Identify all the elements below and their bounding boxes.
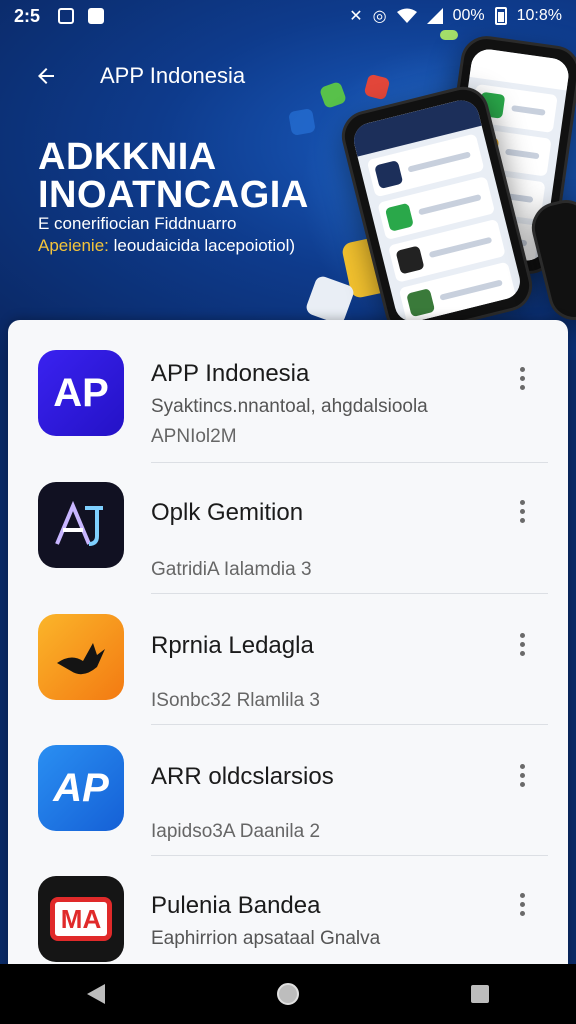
hero-subtitle-rest: leoudaicida lacepoiotiol) [108, 236, 296, 255]
square-recents-icon [471, 985, 489, 1003]
signal-icon [426, 8, 443, 24]
hero-title-line2: INOATNCAGIA [38, 174, 309, 216]
app-meta: GatridiA Ialamdia 3 [151, 559, 312, 580]
more-dot [519, 384, 525, 390]
list-item[interactable]: AP APP Indonesia Syaktincs.nnantoal, ahg… [8, 320, 568, 463]
app-name: Rprnia Ledagla [151, 632, 314, 659]
more-dot [519, 632, 525, 638]
more-dot [519, 375, 525, 381]
more-dot [519, 650, 525, 656]
app-name: ARR oldcslarsios [151, 763, 334, 790]
row-divider [151, 462, 548, 463]
status-time: 2:5 [14, 5, 41, 26]
status-right: ✕ ◎ 00% 10:8% [349, 6, 562, 26]
aj-logo-icon [55, 500, 103, 546]
top-app-bar: APP Indonesia [0, 48, 576, 104]
more-options-button[interactable] [510, 362, 534, 394]
app-icon-ap-blue[interactable]: AP [38, 745, 124, 831]
ma-badge: MA [50, 897, 112, 941]
hero-title-line1: ADKKNIA [38, 136, 217, 178]
list-item[interactable]: Oplk Gemition GatridiA Ialamdia 3 [8, 465, 568, 597]
battery-percent: 00% [452, 7, 485, 24]
list-item[interactable]: Rprnia Ledagla ISonbc32 Rlamlila 3 [8, 596, 568, 728]
app-name: Pulenia Bandea [151, 892, 321, 919]
app-list-sheet: AP APP Indonesia Syaktincs.nnantoal, ahg… [8, 320, 568, 980]
more-dot [519, 772, 525, 778]
hero-banner: 2:5 ✕ ◎ 00% 10:8% APP Indonesia ADKKNIA … [0, 0, 576, 360]
hero-subtitle-accent: Apeienie: [38, 236, 109, 255]
back-button[interactable] [22, 52, 70, 100]
app-description: Syaktincs.nnantoal, ahgdalsioola [151, 396, 428, 417]
app-icon-aj[interactable] [38, 482, 124, 568]
fox-logo-icon [57, 643, 105, 675]
app-meta: APNIol2M [151, 426, 237, 447]
app-icon-text: MA [60, 903, 102, 934]
app-icon-ap[interactable]: AP [38, 350, 124, 436]
list-item[interactable]: AP ARR oldcslarsios Iapidso3A Daanila 2 [8, 727, 568, 859]
app-description: Eaphirrion apsataal Gnalva [151, 928, 381, 949]
triangle-back-icon [87, 984, 105, 1004]
more-dot [519, 366, 525, 372]
status-clock: 10:8% [516, 7, 562, 24]
app-meta: Iapidso3A Daanila 2 [151, 821, 321, 842]
row-divider [151, 593, 548, 594]
more-dot [519, 641, 525, 647]
wifi-icon [396, 8, 417, 23]
hero-title: ADKKNIA INOATNCAGIA [38, 138, 309, 214]
more-dot [519, 508, 525, 514]
notification-icon [58, 8, 75, 24]
more-options-button[interactable] [510, 888, 534, 920]
nav-home-button[interactable] [258, 964, 318, 1024]
row-divider [151, 855, 548, 856]
more-dot [519, 892, 525, 898]
status-bar: 2:5 ✕ ◎ 00% 10:8% [0, 0, 576, 32]
decor-tile-blue [288, 108, 316, 136]
more-dot [519, 763, 525, 769]
more-dot [519, 910, 525, 916]
more-dot [519, 781, 525, 787]
more-options-button[interactable] [510, 759, 534, 791]
more-dot [519, 499, 525, 505]
nav-recents-button[interactable] [450, 964, 510, 1024]
system-nav-bar [0, 964, 576, 1024]
hero-subtitle-2: Apeienie: leoudaicida lacepoiotiol) [38, 236, 295, 256]
app-meta: ISonbc32 Rlamlila 3 [151, 690, 320, 711]
app-icon-ma[interactable]: MA [38, 876, 124, 962]
battery-icon [494, 7, 507, 25]
page-title: APP Indonesia [100, 63, 246, 88]
hero-subtitle-1: E conerifiocian Fiddnuarro [38, 214, 237, 233]
more-options-button[interactable] [510, 628, 534, 660]
nfc-icon: ✕ [349, 8, 363, 25]
more-dot [519, 901, 525, 907]
list-item[interactable]: MA Pulenia Bandea Eaphirrion apsataal Gn… [8, 858, 568, 980]
app-icon-fox[interactable] [38, 614, 124, 700]
more-dot [519, 517, 525, 523]
alarm-icon: ◎ [372, 8, 387, 25]
arrow-back-icon [38, 68, 54, 84]
app-icon-text: AP [53, 370, 109, 415]
circle-home-icon [277, 983, 299, 1005]
app-icon-text: AP [53, 765, 109, 810]
app-name: APP Indonesia [151, 360, 310, 387]
more-options-button[interactable] [510, 495, 534, 527]
nav-back-button[interactable] [66, 964, 126, 1024]
app-name: Oplk Gemition [151, 499, 304, 526]
row-divider [151, 724, 548, 725]
image-notification-icon [88, 8, 105, 24]
